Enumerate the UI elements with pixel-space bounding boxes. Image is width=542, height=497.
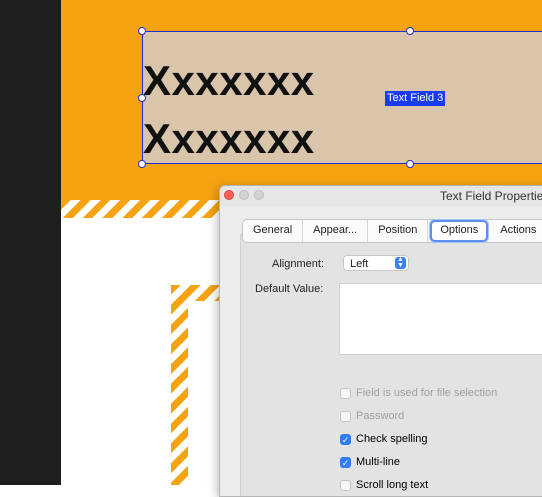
checkbox-box[interactable]	[340, 388, 351, 399]
text-field-properties-dialog: Text Field Properties General Appear... …	[219, 185, 542, 497]
checkbox-box[interactable]	[340, 411, 351, 422]
resize-handle-bottom-left[interactable]	[138, 160, 146, 168]
resize-handle-middle-left[interactable]	[138, 94, 146, 102]
tab-actions[interactable]: Actions	[490, 220, 542, 242]
resize-handle-top-middle[interactable]	[406, 27, 414, 35]
alignment-value: Left	[350, 258, 369, 270]
checkmark-icon[interactable]: ✓	[340, 434, 351, 445]
tab-bar: General Appear... Position Options Actio…	[242, 219, 542, 243]
close-window-icon[interactable]	[224, 190, 234, 200]
checkbox-label: Field is used for file selection	[356, 387, 498, 399]
tab-general[interactable]: General	[243, 220, 304, 242]
left-panel-strip	[0, 0, 61, 485]
text-field-line: Xxxxxxx	[143, 115, 315, 162]
checkbox-box[interactable]	[340, 480, 351, 491]
alignment-select[interactable]: Left ▲ ▼	[343, 255, 409, 271]
tab-position[interactable]: Position	[368, 220, 429, 242]
dialog-titlebar[interactable]: Text Field Properties	[220, 186, 542, 206]
checkbox-label: Password	[356, 410, 405, 422]
default-value-label: Default Value:	[255, 283, 324, 295]
checkbox-label: Scroll long text	[356, 479, 429, 491]
dialog-title: Text Field Properties	[440, 189, 542, 203]
checkmark-icon[interactable]: ✓	[340, 457, 351, 468]
tab-appearance[interactable]: Appear...	[303, 220, 369, 242]
checkbox-label: Check spelling	[356, 433, 428, 445]
text-field-line: Xxxxxxx	[143, 57, 315, 104]
text-field-3[interactable]: Xxxxxxx Xxxxxxx Text Field 3	[142, 31, 542, 164]
resize-handle-bottom-middle[interactable]	[406, 160, 414, 168]
default-value-textarea[interactable]	[339, 283, 542, 355]
hazard-stripes-vertical	[171, 285, 188, 485]
resize-handle-top-left[interactable]	[138, 27, 146, 35]
chevron-up-down-icon: ▲ ▼	[395, 256, 406, 269]
zoom-window-icon[interactable]	[254, 190, 264, 200]
minimize-window-icon[interactable]	[239, 190, 249, 200]
text-field-content: Xxxxxxx Xxxxxxx	[143, 52, 315, 168]
alignment-label: Alignment:	[272, 258, 324, 270]
tab-options[interactable]: Options	[430, 220, 489, 242]
checkbox-label: Multi-line	[356, 456, 401, 468]
field-name-tag: Text Field 3	[385, 91, 446, 106]
